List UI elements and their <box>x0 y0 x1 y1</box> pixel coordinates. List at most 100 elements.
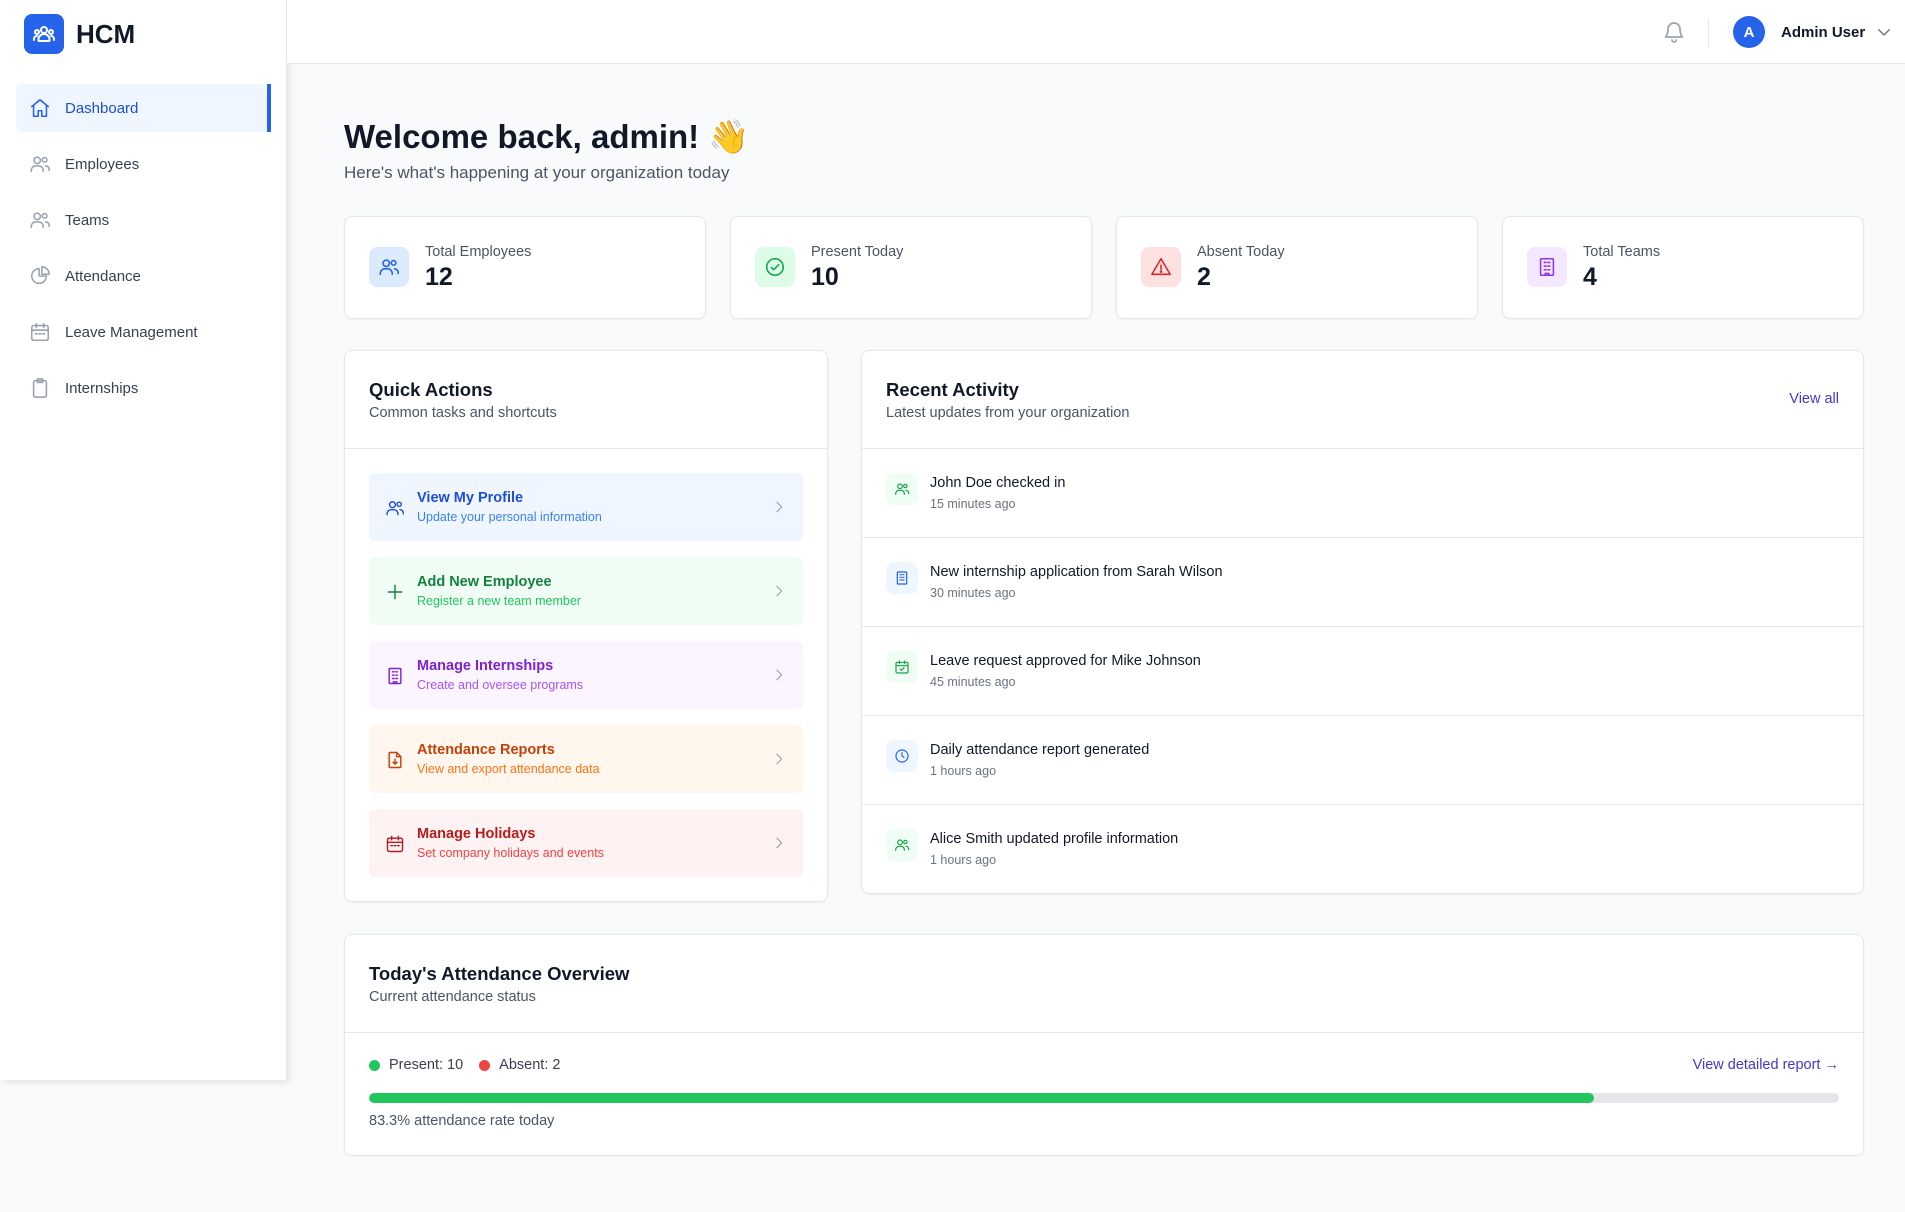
view-detailed-report-link[interactable]: View detailed report → <box>1693 1057 1839 1073</box>
attendance-rate-text: 83.3% attendance rate today <box>369 1113 555 1129</box>
calendar-icon <box>385 834 405 854</box>
stat-label: Total Employees <box>425 244 532 260</box>
users-icon <box>886 829 918 861</box>
action-title: View My Profile <box>417 490 524 506</box>
sidebar-item-label: Attendance <box>65 267 141 285</box>
attendance-legend: Present: 10 Absent: 2 <box>369 1057 560 1073</box>
chevron-right-icon <box>771 751 787 767</box>
action-description: Register a new team member <box>417 594 581 608</box>
sidebar-item-label: Leave Management <box>65 323 198 341</box>
sidebar-item-label: Teams <box>65 211 110 229</box>
stat-card-absent-today: Absent Today 2 <box>1116 216 1478 319</box>
activity-text: John Doe checked in <box>930 475 1066 491</box>
calendar-check-icon <box>886 651 918 683</box>
topbar-divider <box>1708 18 1709 48</box>
activity-time: 1 hours ago <box>930 853 997 867</box>
action-description: Set company holidays and events <box>417 846 604 860</box>
stat-value: 12 <box>425 263 453 291</box>
card-title: Quick Actions <box>369 379 493 400</box>
attendance-overview-card: Today's Attendance Overview Current atte… <box>344 934 1864 1156</box>
users-icon <box>385 498 405 518</box>
users-icon <box>886 473 918 505</box>
card-title: Today's Attendance Overview <box>369 963 630 984</box>
action-title: Manage Holidays <box>417 826 536 842</box>
action-title: Add New Employee <box>417 574 552 590</box>
calendar-icon <box>29 321 51 343</box>
users-group-icon <box>24 14 64 54</box>
activity-time: 45 minutes ago <box>930 675 1016 689</box>
alert-triangle-icon <box>1141 247 1181 287</box>
stat-label: Total Teams <box>1583 244 1661 260</box>
view-all-link[interactable]: View all <box>1789 391 1839 407</box>
plus-icon <box>385 582 405 602</box>
brand[interactable]: HCM <box>24 14 135 54</box>
sidebar-item-label: Employees <box>65 155 140 173</box>
sidebar-nav: Dashboard Employees Teams Attendance Lea… <box>16 84 271 420</box>
users-icon <box>29 209 51 231</box>
stat-card-present-today: Present Today 10 <box>730 216 1092 319</box>
file-download-icon <box>385 750 405 770</box>
sidebar-item-attendance[interactable]: Attendance <box>16 252 271 300</box>
sidebar-item-employees[interactable]: Employees <box>16 140 271 188</box>
activity-item: New internship application from Sarah Wi… <box>862 538 1863 627</box>
bell-icon[interactable] <box>1662 20 1686 44</box>
activity-text: Daily attendance report generated <box>930 742 1150 758</box>
stat-value: 10 <box>811 263 839 291</box>
manage-holidays-button[interactable]: Manage Holidays Set company holidays and… <box>369 809 803 877</box>
stat-label: Present Today <box>811 244 904 260</box>
card-title: Recent Activity <box>886 379 1019 400</box>
action-title: Attendance Reports <box>417 742 555 758</box>
clock-icon <box>886 740 918 772</box>
add-new-employee-button[interactable]: Add New Employee Register a new team mem… <box>369 557 803 625</box>
building-icon <box>886 562 918 594</box>
clipboard-icon <box>29 377 51 399</box>
card-subtitle: Latest updates from your organization <box>886 405 1130 421</box>
attendance-progress-bar <box>369 1093 1839 1103</box>
activity-text: Leave request approved for Mike Johnson <box>930 653 1201 669</box>
activity-item: Leave request approved for Mike Johnson … <box>862 627 1863 716</box>
users-icon <box>369 247 409 287</box>
divider <box>345 448 827 449</box>
sidebar-item-teams[interactable]: Teams <box>16 196 271 244</box>
stat-label: Absent Today <box>1197 244 1285 260</box>
absent-label: Absent: 2 <box>499 1057 561 1073</box>
building-icon <box>385 666 405 686</box>
chevron-down-icon <box>1875 23 1893 41</box>
view-my-profile-button[interactable]: View My Profile Update your personal inf… <box>369 473 803 541</box>
stat-value: 4 <box>1583 263 1597 291</box>
sidebar-item-dashboard[interactable]: Dashboard <box>16 84 271 132</box>
user-name: Admin User <box>1781 23 1866 41</box>
check-circle-icon <box>755 247 795 287</box>
chevron-right-icon <box>771 835 787 851</box>
activity-item: John Doe checked in 15 minutes ago <box>862 449 1863 538</box>
attendance-reports-button[interactable]: Attendance Reports View and export atten… <box>369 725 803 793</box>
activity-time: 1 hours ago <box>930 764 997 778</box>
top-bar: A Admin User <box>287 0 1905 64</box>
activity-item: Alice Smith updated profile information … <box>862 805 1863 894</box>
activity-text: New internship application from Sarah Wi… <box>930 564 1223 580</box>
sidebar-item-internships[interactable]: Internships <box>16 364 271 412</box>
users-icon <box>29 153 51 175</box>
activity-time: 30 minutes ago <box>930 586 1016 600</box>
manage-internships-button[interactable]: Manage Internships Create and oversee pr… <box>369 641 803 709</box>
sidebar: HCM Dashboard Employees Teams Attendance <box>0 0 287 1080</box>
app-name: HCM <box>76 18 136 49</box>
stat-card-total-employees: Total Employees 12 <box>344 216 706 319</box>
present-label: Present: 10 <box>389 1057 464 1073</box>
action-description: View and export attendance data <box>417 762 600 776</box>
home-icon <box>29 97 51 119</box>
avatar: A <box>1733 16 1765 48</box>
sidebar-item-leave-management[interactable]: Leave Management <box>16 308 271 356</box>
activity-text: Alice Smith updated profile information <box>930 831 1179 847</box>
stat-value: 2 <box>1197 263 1211 291</box>
user-menu[interactable]: A Admin User <box>1733 16 1893 48</box>
recent-activity-card: Recent Activity Latest updates from your… <box>861 350 1864 894</box>
quick-actions-card: Quick Actions Common tasks and shortcuts… <box>344 350 828 902</box>
card-subtitle: Current attendance status <box>369 989 536 1005</box>
divider <box>345 1032 1863 1033</box>
action-description: Update your personal information <box>417 510 602 524</box>
present-dot <box>369 1059 380 1071</box>
stat-card-total-teams: Total Teams 4 <box>1502 216 1864 319</box>
card-subtitle: Common tasks and shortcuts <box>369 405 557 421</box>
activity-time: 15 minutes ago <box>930 497 1016 511</box>
